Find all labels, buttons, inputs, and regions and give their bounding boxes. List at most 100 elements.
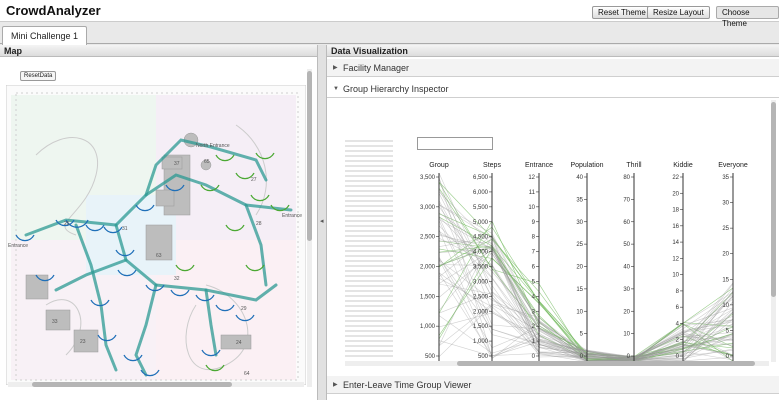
pc-tick-label: 10 [672,273,679,279]
pc-tick-label: 5,500 [473,205,489,211]
group-hierarchy-list[interactable] [345,137,393,359]
building [45,309,71,331]
pc-axis-label: Entrance [525,162,553,169]
west-entrance-label: Entrance [8,243,28,249]
pc-tick-label: 500 [425,354,436,360]
pc-axis-label: Kiddie [673,162,693,169]
pc-tick-label: 8 [532,235,536,241]
section-enter-leave-time-group-viewer[interactable]: ▶ Enter-Leave Time Group Viewer [327,376,779,394]
pc-tick-label: 1,500 [420,294,436,300]
reset-theme-button[interactable]: Reset Theme [592,6,652,19]
pc-tick-label: 60 [623,220,630,226]
pc-tick-label: 10 [722,303,729,309]
reset-data-button[interactable]: ResetData [20,71,57,81]
pc-tick-label: 3,500 [420,175,436,181]
building [155,189,175,207]
pc-tick-label: 3,500 [473,265,489,271]
section-label: Facility Manager [343,63,410,73]
pc-tick-label: 7 [532,250,536,256]
pc-tick-label: 70 [623,197,630,203]
attraction-id: 29 [241,306,247,312]
parallel-coordinates-chart[interactable]: Group3,5003,0002,5002,0001,5001,000500St… [417,157,767,369]
map-horizontal-scrollbar[interactable] [8,382,304,387]
pc-tick-label: 2,000 [473,309,489,315]
map-horizontal-scroll-thumb[interactable] [32,382,232,387]
pc-tick-label: 3,000 [420,205,436,211]
attraction-id: 24 [236,340,242,346]
pc-tick-label: 6,000 [473,190,489,196]
pc-tick-label: 80 [623,175,630,181]
attraction-id: 25 [64,221,70,227]
pc-tick-label: 4,000 [473,250,489,256]
section-label: Enter-Leave Time Group Viewer [343,380,472,390]
pc-axis-label: Population [570,162,603,169]
pc-tick-label: 3,000 [473,279,489,285]
pc-tick-label: 22 [672,175,679,181]
section-facility-manager[interactable]: ▶ Facility Manager [327,59,779,77]
pc-tick-label: 5 [580,332,584,338]
pc-tick-label: 12 [528,175,535,181]
pc-tick-label: 30 [623,287,630,293]
pc-tick-label: 20 [672,191,679,197]
pc-tick-label: 1,000 [420,324,436,330]
pc-tick-label: 18 [672,208,679,214]
choose-theme-button[interactable]: Choose Theme [716,6,779,28]
top-bar: CrowdAnalyzer Reset Theme Resize Layout … [0,0,779,28]
building [73,329,99,353]
pc-tick-label: 14 [672,240,679,246]
map-vertical-scroll-thumb[interactable] [307,71,312,241]
pc-tick-label: 15 [576,287,583,293]
pc-tick-label: 15 [722,277,729,283]
attraction-id: 23 [80,339,86,345]
pc-tick-label: 16 [672,224,679,230]
collapse-arrow-icon[interactable]: ◂ [320,217,324,225]
pc-tick-label: 5 [726,328,730,334]
pc-axis[interactable]: Thrill80706050403020100 [623,162,642,362]
pc-tick-label: 10 [623,332,630,338]
pc-tick-label: 2,000 [420,265,436,271]
section-group-hierarchy-inspector[interactable]: ▼ Group Hierarchy Inspector [327,80,779,98]
pc-tick-label: 40 [576,175,583,181]
map-header: Map [0,45,317,57]
pc-tick-label: 2,500 [473,294,489,300]
pc-axis[interactable]: Everyone35302520151050 [718,162,748,362]
pc-tick-label: 10 [528,205,535,211]
attraction-id: 63 [156,253,162,259]
pc-tick-label: 10 [576,309,583,315]
tab-bar: Mini Challenge 1 [0,24,779,45]
pc-axis-label: Everyone [718,162,748,169]
attraction-id: 27 [251,177,257,183]
pc-tick-label: 6 [676,305,680,311]
pc-tick-label: 6,500 [473,175,489,181]
pc-tick-label: 40 [623,265,630,271]
pc-tick-label: 500 [478,354,489,360]
map-vertical-scrollbar[interactable] [307,69,312,387]
pc-tick-label: 20 [576,265,583,271]
group-filter-input[interactable] [417,137,493,150]
inspector-vertical-scroll-thumb[interactable] [771,102,776,297]
pc-tick-label: 8 [676,289,680,295]
tab-mini-challenge-1[interactable]: Mini Challenge 1 [2,26,88,45]
data-visualization-panel: Data Visualization ▶ Facility Manager ▼ … [327,45,779,400]
panel-splitter[interactable]: ◂ [318,45,327,400]
attraction-id: 65 [204,159,210,165]
pc-tick-label: 20 [623,309,630,315]
park-map[interactable]: 37 65 27 31 63 32 33 25 28 29 24 64 23 N… [6,85,306,385]
app-title: CrowdAnalyzer [6,3,101,18]
inspector-horizontal-scrollbar[interactable] [345,361,769,366]
pc-axis-label: Thrill [626,162,642,169]
pc-axis[interactable]: Population4035302520151050 [570,162,604,362]
pc-tick-label: 30 [722,201,729,207]
pc-axis[interactable]: Kiddie2220181614121086420 [672,162,693,362]
pc-axis-label: Group [429,162,449,169]
pc-tick-label: 35 [576,197,583,203]
resize-layout-button[interactable]: Resize Layout [647,6,710,19]
east-entrance-label: Entrance [282,213,302,219]
attraction-id: 32 [174,276,180,282]
inspector-horizontal-scroll-thumb[interactable] [457,361,755,366]
pc-tick-label: 5,000 [473,220,489,226]
chevron-down-icon: ▼ [333,86,339,92]
inspector-vertical-scrollbar[interactable] [771,100,776,362]
pc-tick-label: 12 [672,256,679,262]
section-label: Group Hierarchy Inspector [343,84,449,94]
